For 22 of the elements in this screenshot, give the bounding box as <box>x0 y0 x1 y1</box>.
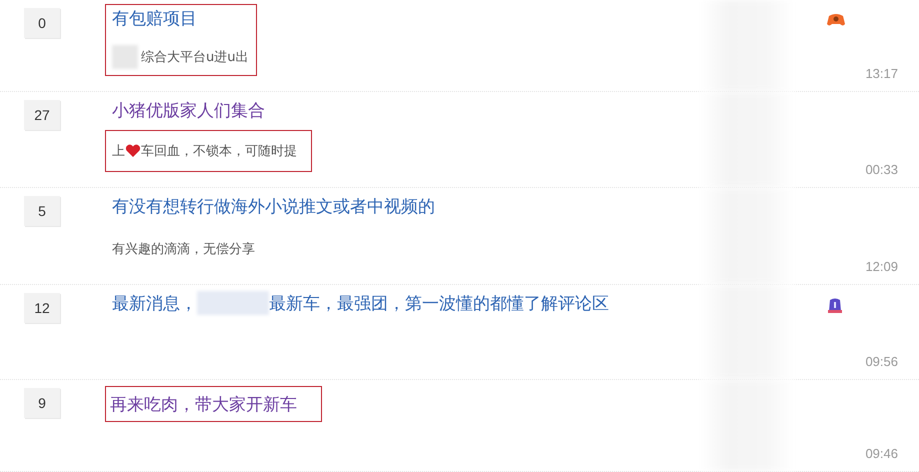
post-time: 09:46 <box>865 446 898 461</box>
thread-abstract: 有兴趣的滴滴，无偿分享 <box>112 241 255 259</box>
post-time: 00:33 <box>865 162 898 177</box>
post-time: 09:56 <box>865 354 898 369</box>
reply-count: 5 <box>24 196 60 226</box>
thread-title[interactable]: 小猪优版家人们集合 <box>112 97 265 123</box>
heart-icon <box>125 144 141 158</box>
reply-count: 9 <box>24 388 60 418</box>
reply-count: 27 <box>24 100 60 130</box>
thread-abstract: 综合大平台u进u出 <box>112 45 248 69</box>
controller-icon <box>827 13 845 27</box>
reply-count: 12 <box>24 293 60 323</box>
lantern-icon <box>827 297 843 315</box>
thread-abstract: 上 车回血，不锁本，可随时提 <box>112 143 297 161</box>
thread-title[interactable]: 有没有想转行做海外小说推文或者中视频的 <box>112 193 435 219</box>
thread-title[interactable]: 再来吃肉，带大家开新车 <box>110 391 297 417</box>
post-time: 13:17 <box>865 66 898 81</box>
thread-title[interactable]: 有包赔项目 <box>112 5 197 31</box>
thread-title[interactable]: 最新消息， 最新车，最强团，第一波懂的都懂了解评论区 <box>112 290 609 316</box>
post-time: 12:09 <box>865 259 898 274</box>
reply-count: 0 <box>24 8 60 38</box>
blurred-patch <box>197 291 269 315</box>
